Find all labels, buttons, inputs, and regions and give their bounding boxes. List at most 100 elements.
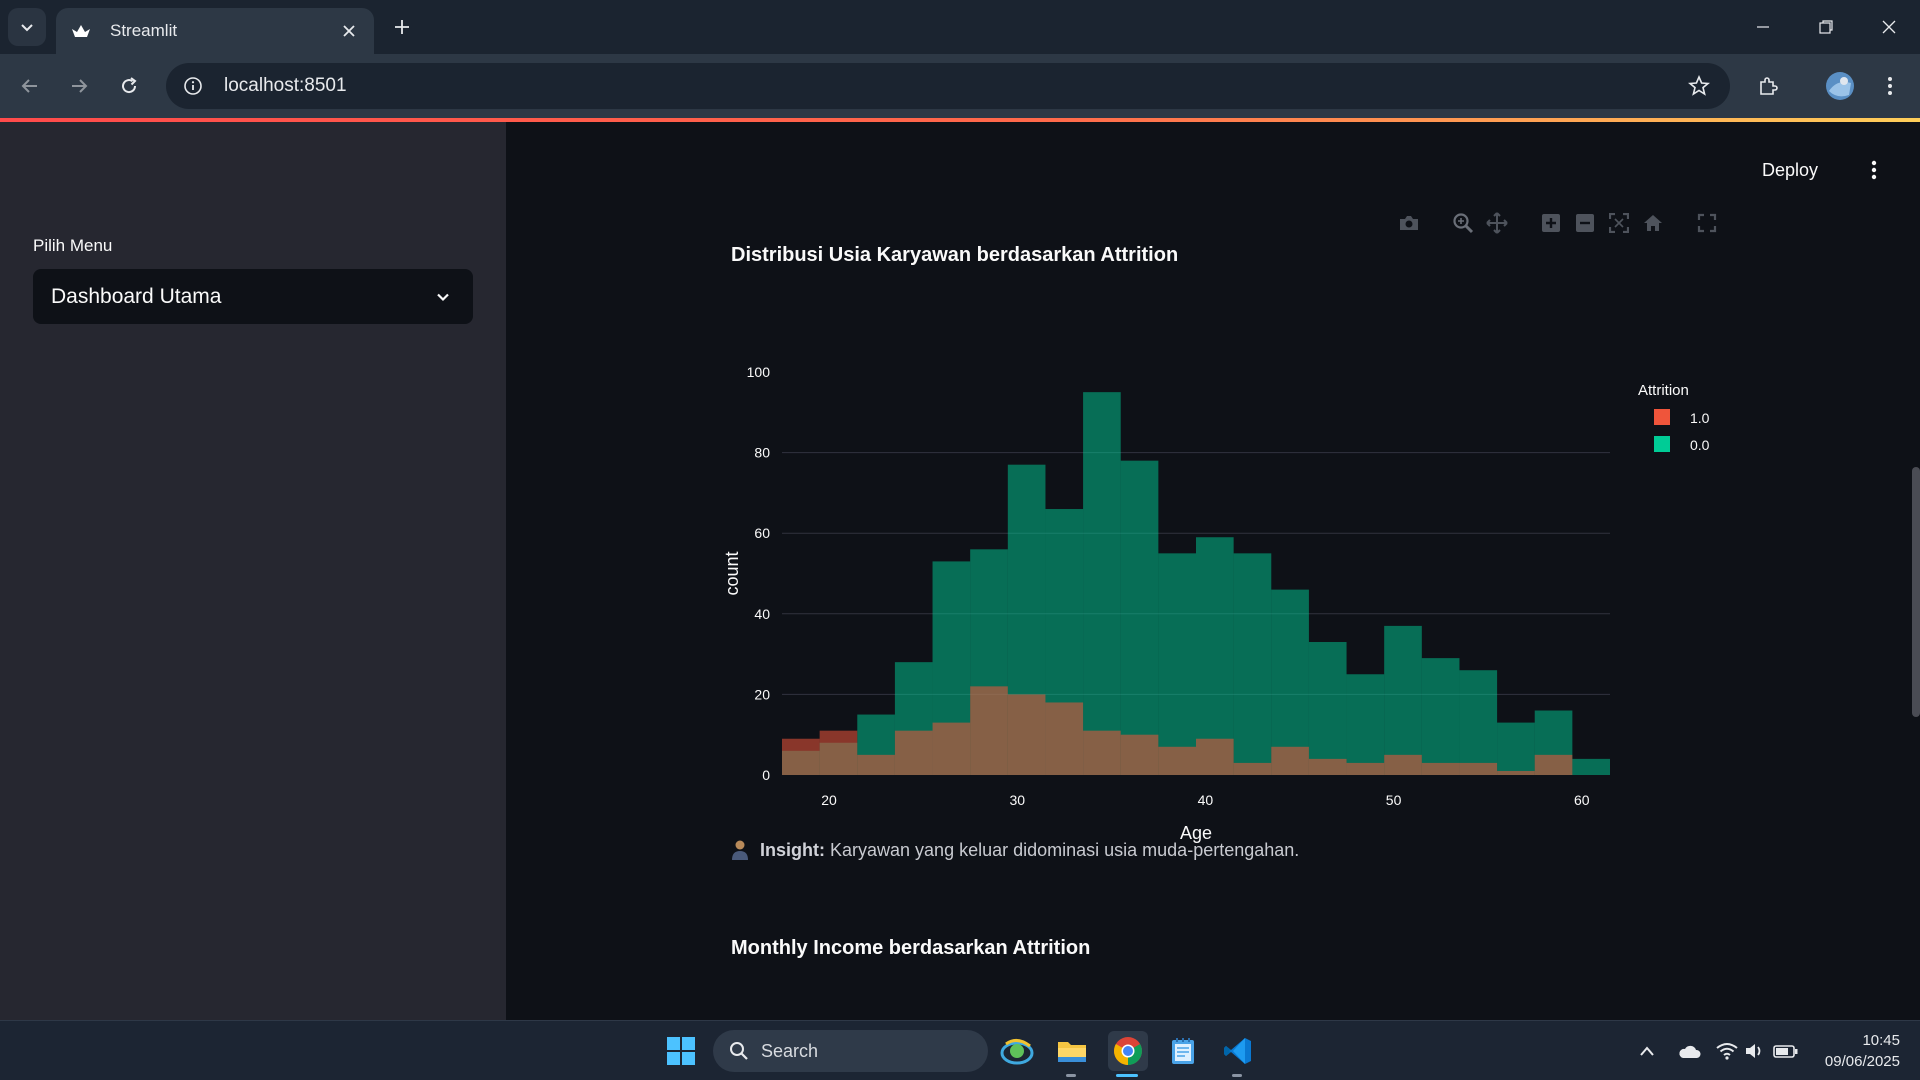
bar-attrition-1-0[interactable] <box>782 738 820 775</box>
reload-icon[interactable] <box>111 68 147 104</box>
x-tick-label: 60 <box>1574 792 1590 808</box>
bar-attrition-1-0[interactable] <box>932 722 971 775</box>
zoom-icon[interactable] <box>1450 210 1476 236</box>
search-icon <box>730 1042 748 1060</box>
main-content: Deploy Distribusi Usia Karyawan berdasar… <box>506 122 1920 1020</box>
bar-attrition-1-0[interactable] <box>1308 758 1347 775</box>
x-tick-label: 20 <box>821 792 837 808</box>
bar-attrition-0-0[interactable] <box>1233 553 1272 775</box>
bar-attrition-0-0[interactable] <box>1572 758 1610 775</box>
chevron-down-icon <box>21 24 33 32</box>
legend-title: Attrition <box>1638 382 1689 399</box>
restore-icon[interactable] <box>1808 10 1844 44</box>
zoom-out-icon[interactable] <box>1572 210 1598 236</box>
main-scrollbar[interactable] <box>1912 467 1920 717</box>
bar-attrition-1-0[interactable] <box>1534 754 1573 775</box>
site-info-icon[interactable] <box>170 63 216 109</box>
reset-axes-home-icon[interactable] <box>1640 210 1666 236</box>
close-tab-icon[interactable] <box>338 20 360 42</box>
browser-tab-streamlit[interactable]: Streamlit <box>56 8 374 54</box>
bar-attrition-1-0[interactable] <box>857 754 895 775</box>
bar-attrition-1-0[interactable] <box>819 730 858 775</box>
address-bar[interactable]: localhost:8501 <box>166 63 1730 109</box>
y-tick-label: 60 <box>754 525 770 541</box>
battery-icon[interactable] <box>1773 1039 1799 1063</box>
bar-attrition-1-0[interactable] <box>1271 746 1309 775</box>
volume-icon[interactable] <box>1742 1039 1768 1063</box>
bar-attrition-1-0[interactable] <box>1459 762 1498 775</box>
person-icon <box>730 839 750 861</box>
chrome-active-indicator <box>1116 1074 1138 1077</box>
taskbar-clock[interactable]: 10:45 09/06/2025 <box>1814 1030 1900 1072</box>
legend-swatch[interactable] <box>1654 409 1670 425</box>
bar-attrition-1-0[interactable] <box>1083 730 1121 775</box>
legend-swatch[interactable] <box>1654 436 1670 452</box>
bar-attrition-1-0[interactable] <box>970 686 1008 775</box>
y-tick-label: 0 <box>762 767 770 783</box>
bar-attrition-1-0[interactable] <box>1007 694 1046 775</box>
tab-search-button[interactable] <box>8 8 46 46</box>
vscode-icon[interactable] <box>1218 1031 1258 1071</box>
autoscale-icon[interactable] <box>1606 210 1632 236</box>
notepad-icon[interactable] <box>1163 1031 1203 1071</box>
chevron-up-icon[interactable] <box>1634 1039 1660 1063</box>
bar-attrition-1-0[interactable] <box>1233 762 1272 775</box>
new-tab-icon[interactable] <box>388 13 416 41</box>
chrome-menu-icon[interactable] <box>1872 68 1908 104</box>
bar-attrition-0-0[interactable] <box>1384 625 1422 775</box>
deploy-button[interactable]: Deploy <box>1762 154 1818 186</box>
taskbar-search[interactable]: Search <box>713 1030 988 1072</box>
chart-title: Distribusi Usia Karyawan berdasarkan Att… <box>731 244 1179 266</box>
chrome-app-icon[interactable] <box>1108 1031 1148 1071</box>
file-explorer-icon[interactable] <box>1052 1031 1092 1071</box>
bar-attrition-0-0[interactable] <box>1083 392 1121 775</box>
profile-avatar[interactable] <box>1822 68 1858 104</box>
main-menu-icon[interactable] <box>1856 152 1892 188</box>
bar-attrition-0-0[interactable] <box>1158 553 1196 775</box>
close-window-icon[interactable] <box>1871 10 1907 44</box>
bar-attrition-1-0[interactable] <box>1045 702 1084 775</box>
wifi-icon[interactable] <box>1714 1039 1740 1063</box>
extensions-icon[interactable] <box>1750 68 1786 104</box>
bar-attrition-1-0[interactable] <box>1196 738 1234 775</box>
chart-legend[interactable]: Attrition 1.0 0.0 <box>1638 382 1710 453</box>
browser-app-icon[interactable] <box>997 1031 1037 1071</box>
url-text: localhost:8501 <box>224 75 347 96</box>
back-icon[interactable] <box>12 68 48 104</box>
y-tick-label: 100 <box>747 364 771 380</box>
fullscreen-icon[interactable] <box>1694 210 1720 236</box>
bar-attrition-1-0[interactable] <box>1120 734 1159 775</box>
file-explorer-running-indicator <box>1066 1074 1076 1077</box>
minimize-icon[interactable] <box>1745 10 1781 44</box>
bar-attrition-1-0[interactable] <box>1497 770 1535 775</box>
bar-attrition-0-0[interactable] <box>1120 460 1159 775</box>
bar-attrition-0-0[interactable] <box>1497 722 1535 775</box>
pan-icon[interactable] <box>1484 210 1510 236</box>
tab-title: Streamlit <box>110 21 178 40</box>
menu-select[interactable]: Dashboard Utama <box>33 269 473 324</box>
camera-icon[interactable] <box>1396 210 1422 236</box>
bar-attrition-1-0[interactable] <box>1421 762 1460 775</box>
bar-attrition-1-0[interactable] <box>1346 762 1385 775</box>
zoom-in-icon[interactable] <box>1538 210 1564 236</box>
bar-attrition-1-0[interactable] <box>1158 746 1196 775</box>
sidebar: Pilih Menu Dashboard Utama <box>0 122 506 1020</box>
forward-icon[interactable] <box>61 68 97 104</box>
bar-attrition-1-0[interactable] <box>1384 754 1422 775</box>
bookmark-star-icon[interactable] <box>1676 63 1722 109</box>
x-tick-label: 40 <box>1198 792 1214 808</box>
bar-attrition-1-0[interactable] <box>894 730 933 775</box>
bar-attrition-0-0[interactable] <box>1459 670 1498 775</box>
x-axis-ticks: 20 30 40 50 60 <box>821 792 1590 808</box>
onedrive-cloud-icon[interactable] <box>1676 1039 1702 1063</box>
windows-start-icon[interactable] <box>661 1031 701 1071</box>
y-axis-ticks: 0 20 40 60 80 100 <box>747 364 771 783</box>
bar-attrition-0-0[interactable] <box>1308 642 1347 775</box>
bar-attrition-0-0[interactable] <box>1421 658 1460 775</box>
legend-item-label[interactable]: 0.0 <box>1690 437 1710 453</box>
legend-item-label[interactable]: 1.0 <box>1690 410 1710 426</box>
y-tick-label: 20 <box>754 686 770 702</box>
chart-bars[interactable] <box>782 392 1610 775</box>
windows-taskbar: Search 10:45 09/06/2025 <box>0 1020 1920 1080</box>
bar-attrition-0-0[interactable] <box>1346 674 1385 775</box>
